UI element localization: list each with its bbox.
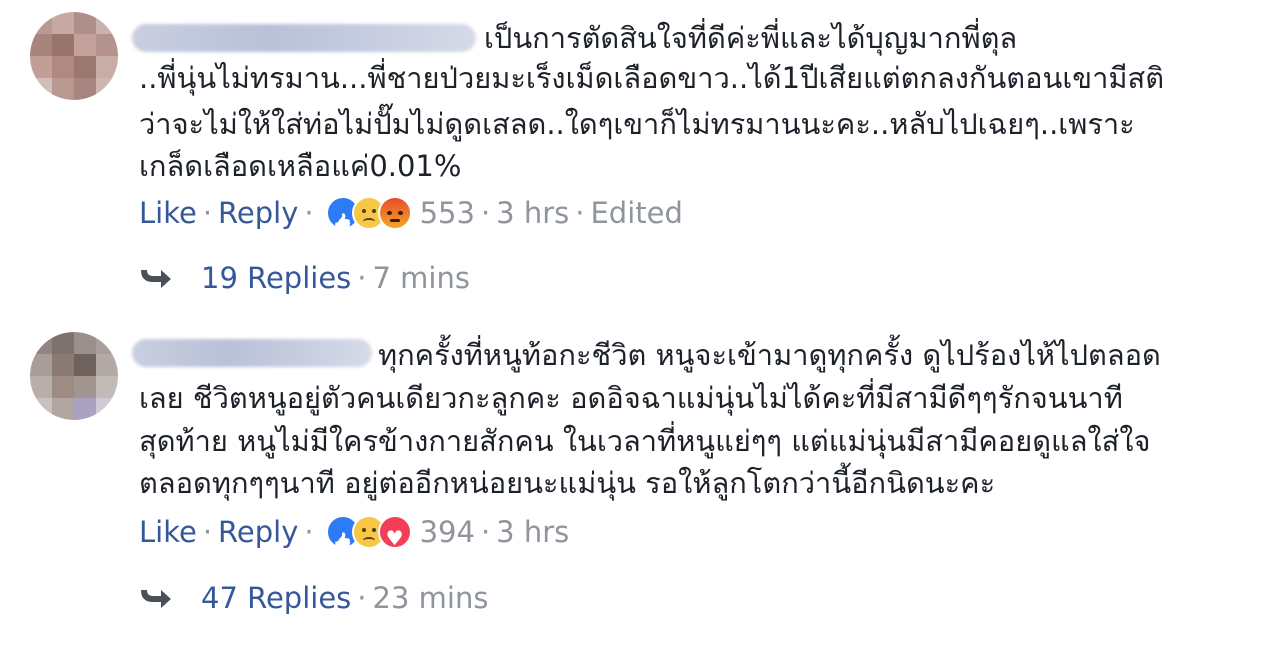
comment-text-line: เกล็ดเลือดเหลือแค่0.01%: [139, 149, 462, 183]
replies-timestamp: 23 mins: [372, 581, 489, 615]
comment-text-line: เป็นการตัดสินใจที่ดีค่ะพี่และได้บุญมากพี…: [484, 21, 1018, 55]
reaction-count[interactable]: 394: [420, 512, 475, 552]
comment-text-line: ..พี่นุ่นไม่ทรมาน...พี่ชายป่วยมะเร็งเม็ด…: [139, 61, 1165, 95]
view-replies[interactable]: 47 Replies · 23 mins: [139, 578, 488, 618]
comment-text-line: ว่าจะไม่ให้ใส่ท่อไม่ปั๊มไม่ดูดเสลด..ใดๆเ…: [139, 107, 1135, 141]
reactions-summary[interactable]: [325, 196, 412, 230]
comment-text-line: สุดท้าย หนูไม่มีใครข้างกายสักคน ในเวลาที…: [139, 424, 1151, 458]
separator-dot: ·: [357, 581, 367, 615]
separator-dot: ·: [480, 196, 491, 230]
like-button[interactable]: Like: [139, 512, 197, 552]
comment-text-line: ทุกครั้งที่หนูท้อกะชีวิต หนูจะเข้ามาดูทุ…: [378, 338, 1161, 372]
separator-dot: ·: [575, 196, 585, 230]
like-button[interactable]: Like: [139, 193, 197, 233]
replies-count-link[interactable]: 19 Replies: [201, 258, 351, 298]
reply-button[interactable]: Reply: [218, 512, 298, 552]
reply-arrow-icon: [141, 590, 171, 608]
edited-label[interactable]: Edited: [590, 193, 682, 233]
comment-actions: Like · Reply · 394 · 3 hrs: [139, 512, 569, 558]
reactions-summary[interactable]: [325, 515, 412, 558]
comment-text-line: ตลอดทุกๆๆนาที อยู่ต่ออีกหน่อยนะแม่นุ่น ร…: [139, 466, 996, 500]
separator-dot: ·: [202, 196, 213, 230]
replies-count-link[interactable]: 47 Replies: [201, 578, 351, 618]
author-name[interactable]: [132, 339, 372, 367]
timestamp[interactable]: 3 hrs: [496, 193, 569, 233]
avatar[interactable]: [30, 12, 118, 100]
reply-button[interactable]: Reply: [218, 193, 298, 233]
avatar[interactable]: [30, 332, 118, 420]
angry-reaction-icon: [377, 196, 412, 230]
separator-dot: ·: [202, 515, 213, 549]
separator-dot: ·: [480, 515, 491, 549]
comment-actions: Like · Reply · 553 · 3 hrs · Edited: [139, 193, 683, 233]
comment-text-line: เลย ชีวิตหนูอยู่ตัวคนเดียวกะลูกคะ อดอิจฉ…: [139, 381, 1123, 415]
separator-dot: ·: [304, 515, 314, 549]
reaction-count[interactable]: 553: [420, 193, 475, 233]
separator-dot: ·: [357, 261, 367, 295]
reply-arrow-icon: [141, 270, 171, 288]
replies-timestamp: 7 mins: [372, 261, 470, 295]
view-replies[interactable]: 19 Replies · 7 mins: [139, 258, 470, 298]
love-reaction-icon: [377, 515, 412, 558]
separator-dot: ·: [304, 196, 314, 230]
author-name[interactable]: [132, 24, 476, 52]
timestamp[interactable]: 3 hrs: [496, 512, 569, 552]
